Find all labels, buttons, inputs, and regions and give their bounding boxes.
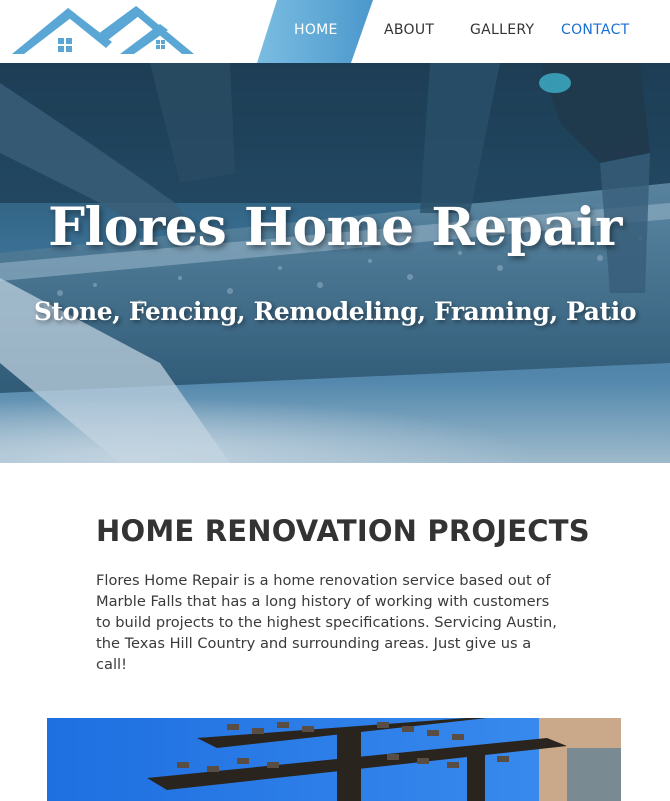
hero-banner: Flores Home Repair Stone, Fencing, Remod… bbox=[0, 63, 670, 463]
pergola-image bbox=[47, 718, 621, 801]
hero-background-image bbox=[0, 63, 670, 463]
site-header: HOME ABOUT GALLERY CONTACT bbox=[0, 0, 670, 63]
nav-gallery[interactable]: GALLERY bbox=[470, 22, 534, 38]
nav-contact[interactable]: CONTACT bbox=[561, 22, 630, 38]
nav-about[interactable]: ABOUT bbox=[384, 22, 434, 38]
pergola-photo bbox=[47, 718, 621, 801]
section-description: Flores Home Repair is a home renovation … bbox=[96, 572, 557, 673]
hero-subtitle: Stone, Fencing, Remodeling, Framing, Pat… bbox=[33, 297, 637, 326]
hero-title: Flores Home Repair bbox=[48, 197, 622, 258]
section-heading: HOME RENOVATION PROJECTS bbox=[96, 514, 590, 548]
house-logo-icon[interactable] bbox=[10, 4, 196, 58]
nav-home[interactable]: HOME bbox=[294, 22, 338, 38]
